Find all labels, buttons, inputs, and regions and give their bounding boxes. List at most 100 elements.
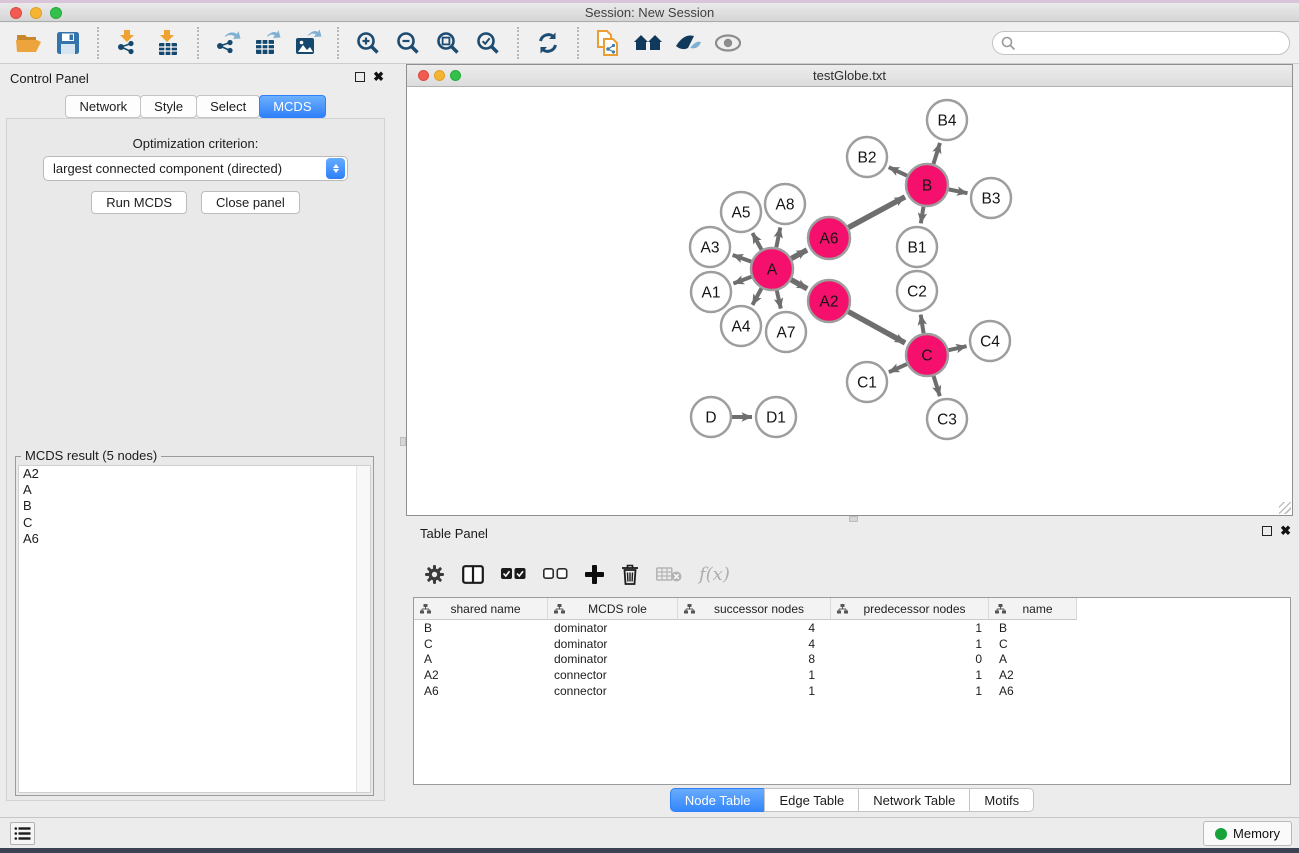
table-row[interactable]: A2connector11A2 [414, 667, 1290, 683]
graph-edge[interactable] [791, 250, 807, 259]
tab-style[interactable]: Style [140, 95, 197, 118]
graph-node-B[interactable]: B [906, 164, 948, 206]
network-canvas[interactable]: B4B2BB3A8A5A6B1A3AC2A1A2A4A7C4CC1C3DD1 [407, 87, 1292, 515]
graph-node-C[interactable]: C [906, 334, 948, 376]
minimize-window-button[interactable] [30, 7, 42, 19]
table-row[interactable]: Cdominator41C [414, 636, 1290, 652]
show-graphics-details-button[interactable] [668, 26, 708, 60]
graph-edge[interactable] [934, 376, 940, 396]
zoom-selected-button[interactable] [468, 26, 508, 60]
column-header-successor-nodes[interactable]: successor nodes [678, 598, 831, 620]
home-layout-button[interactable] [628, 26, 668, 60]
network-zoom-button[interactable] [450, 70, 461, 81]
task-history-button[interactable] [10, 822, 35, 845]
graph-edge[interactable] [752, 288, 761, 305]
graph-node-A4[interactable]: A4 [721, 306, 761, 346]
graph-node-A[interactable]: A [751, 248, 793, 290]
tab-select[interactable]: Select [196, 95, 260, 118]
graph-node-C1[interactable]: C1 [847, 362, 887, 402]
tab-network[interactable]: Network [65, 95, 141, 118]
graph-edge[interactable] [933, 143, 939, 164]
graph-node-C2[interactable]: C2 [897, 271, 937, 311]
save-session-button[interactable] [48, 26, 88, 60]
graph-edge[interactable] [948, 346, 966, 350]
result-item[interactable]: C [19, 515, 370, 531]
graph-node-B2[interactable]: B2 [847, 137, 887, 177]
graph-node-B3[interactable]: B3 [971, 178, 1011, 218]
add-column-button[interactable] [585, 565, 604, 584]
close-panel-icon[interactable]: ✖ [373, 72, 384, 82]
node-table[interactable]: shared nameMCDS rolesuccessor nodesprede… [413, 597, 1291, 785]
graph-edge[interactable] [848, 197, 905, 228]
graph-node-A3[interactable]: A3 [690, 227, 730, 267]
result-item[interactable]: A2 [19, 466, 370, 482]
result-item[interactable]: A6 [19, 531, 370, 547]
graph-edge[interactable] [733, 255, 752, 262]
column-visibility-button[interactable] [462, 565, 484, 584]
duplicate-network-button[interactable] [588, 26, 628, 60]
export-table-button[interactable] [248, 26, 288, 60]
graph-node-B1[interactable]: B1 [897, 227, 937, 267]
graph-edge[interactable] [776, 228, 780, 248]
open-session-button[interactable] [8, 26, 48, 60]
import-table-button[interactable] [148, 26, 188, 60]
graph-edge[interactable] [733, 277, 751, 284]
table-row[interactable]: A6connector11A6 [414, 683, 1290, 699]
graph-edge[interactable] [949, 189, 968, 193]
graph-edge[interactable] [791, 280, 807, 289]
select-all-button[interactable] [501, 568, 526, 580]
delete-table-button[interactable] [656, 566, 682, 582]
close-panel-button[interactable]: Close panel [201, 191, 300, 214]
graph-edge[interactable] [848, 312, 905, 343]
graph-node-A6[interactable]: A6 [808, 217, 850, 259]
result-item[interactable]: B [19, 498, 370, 514]
column-header-predecessor-nodes[interactable]: predecessor nodes [831, 598, 989, 620]
delete-column-button[interactable] [621, 564, 639, 585]
graph-node-A1[interactable]: A1 [691, 272, 731, 312]
result-item[interactable]: A [19, 482, 370, 498]
network-minimize-button[interactable] [434, 70, 445, 81]
graph-edge[interactable] [889, 364, 907, 372]
splitter-handle-left[interactable] [400, 437, 406, 446]
table-row[interactable]: Bdominator41B [414, 620, 1290, 636]
tab-motifs[interactable]: Motifs [969, 788, 1034, 812]
graph-edge[interactable] [889, 167, 907, 176]
graph-node-C4[interactable]: C4 [970, 321, 1010, 361]
zoom-window-button[interactable] [50, 7, 62, 19]
run-mcds-button[interactable]: Run MCDS [91, 191, 187, 214]
graph-edge[interactable] [921, 207, 924, 224]
function-builder-button[interactable]: f(x) [699, 564, 730, 585]
column-header-shared-name[interactable]: shared name [414, 598, 548, 620]
tab-node-table[interactable]: Node Table [670, 788, 766, 812]
close-table-panel-icon[interactable]: ✖ [1280, 526, 1291, 536]
refresh-button[interactable] [528, 26, 568, 60]
window-resize-grip[interactable] [1279, 502, 1291, 514]
graph-edge[interactable] [777, 290, 781, 308]
graph-node-A8[interactable]: A8 [765, 184, 805, 224]
graph-node-B4[interactable]: B4 [927, 100, 967, 140]
network-window-titlebar[interactable]: testGlobe.txt [407, 65, 1292, 87]
graph-node-D[interactable]: D [691, 397, 731, 437]
tab-mcds[interactable]: MCDS [259, 95, 325, 118]
memory-button[interactable]: Memory [1203, 821, 1292, 846]
search-input[interactable] [992, 31, 1290, 55]
show-hide-button[interactable] [708, 26, 748, 60]
export-network-button[interactable] [208, 26, 248, 60]
unselect-all-button[interactable] [543, 568, 568, 580]
graph-edge[interactable] [921, 315, 924, 334]
table-options-button[interactable] [424, 564, 445, 585]
graph-edge[interactable] [752, 233, 761, 250]
float-panel-icon[interactable] [355, 72, 365, 82]
zoom-fit-button[interactable] [428, 26, 468, 60]
close-window-button[interactable] [10, 7, 22, 19]
graph-node-A2[interactable]: A2 [808, 280, 850, 322]
network-close-button[interactable] [418, 70, 429, 81]
zoom-in-button[interactable] [348, 26, 388, 60]
result-list-scrollbar[interactable] [356, 466, 370, 792]
zoom-out-button[interactable] [388, 26, 428, 60]
table-row[interactable]: Adominator80A [414, 652, 1290, 668]
column-header-name[interactable]: name [989, 598, 1077, 620]
tab-network-table[interactable]: Network Table [858, 788, 970, 812]
graph-node-C3[interactable]: C3 [927, 399, 967, 439]
mcds-result-list[interactable]: A2ABCA6 [18, 465, 371, 793]
